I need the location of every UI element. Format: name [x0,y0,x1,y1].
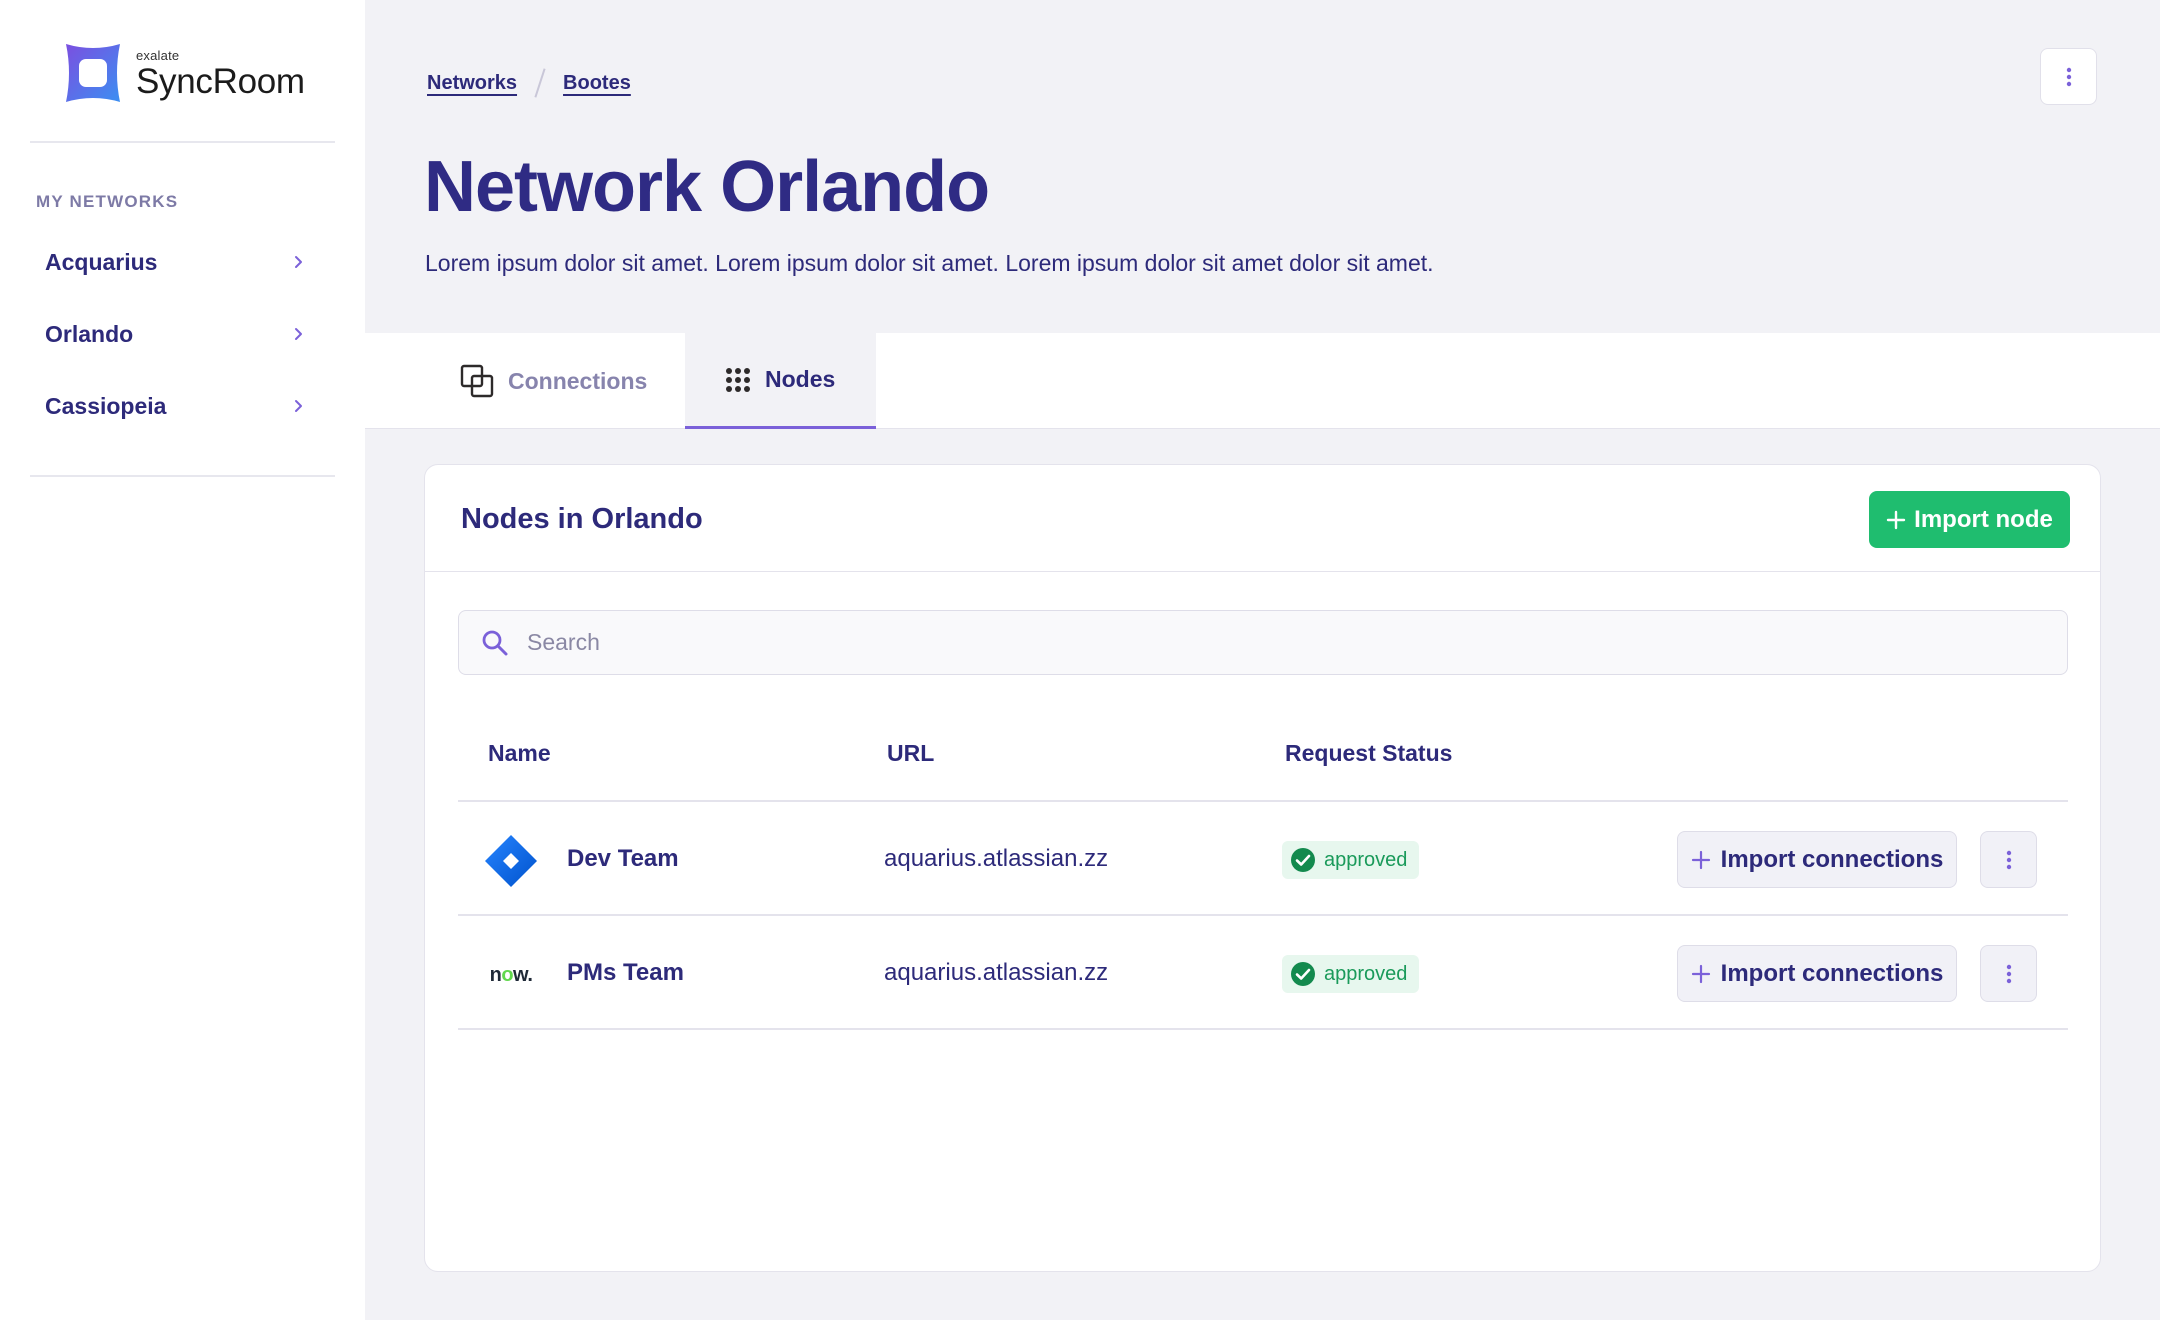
table-row[interactable]: now. PMs Team aquarius.atlassian.zz appr… [458,916,2068,1028]
table-divider [458,1028,2068,1030]
now-logo-o: o [501,963,514,986]
more-vertical-icon [2066,67,2071,86]
jira-logo-icon [484,834,538,888]
chevron-right-icon [295,256,302,268]
breadcrumb: Networks Bootes [427,68,631,98]
tab-label: Nodes [765,366,836,392]
tab-label: Connections [508,367,648,394]
more-vertical-icon [2006,850,2011,869]
import-node-button[interactable]: Import node [1869,491,2070,548]
now-logo-n: n [489,963,502,986]
plus-icon [1886,510,1906,529]
sidebar-item-label: Cassiopeia [45,392,167,419]
card-divider [425,571,2100,572]
sidebar-item-acquarius[interactable]: Acquarius [30,232,320,292]
grid-dots-icon [726,367,750,392]
node-name: Dev Team [567,845,679,872]
servicenow-logo-icon: now. [484,948,538,1002]
node-url: aquarius.atlassian.zz [884,959,1109,986]
import-connections-button[interactable]: Import connections [1677,945,1957,1002]
page-more-button[interactable] [2040,48,2097,105]
column-header-status[interactable]: Request Status [1285,740,1452,767]
brand-name: SyncRoom [136,62,305,101]
sidebar: exalate SyncRoom MY NETWORKS Acquarius O… [0,0,365,1320]
import-node-label: Import node [1914,505,2053,533]
card-title: Nodes in Orlando [461,503,703,535]
connections-icon [460,364,494,398]
sidebar-item-cassiopeia[interactable]: Cassiopeia [30,376,320,436]
more-vertical-icon [2006,964,2011,983]
syncroom-logo-icon [66,44,120,102]
brand-small-text: exalate [136,48,180,63]
chevron-right-icon [295,328,302,340]
table-row[interactable]: Dev Team aquarius.atlassian.zz approved … [458,802,2068,914]
column-header-name[interactable]: Name [488,740,551,767]
import-connections-label: Import connections [1720,959,1944,987]
tab-connections[interactable]: Connections [460,333,647,429]
tab-nodes[interactable]: Nodes [685,333,876,429]
row-more-button[interactable] [1980,945,2037,1002]
sidebar-item-orlando[interactable]: Orlando [30,304,320,364]
breadcrumb-separator [534,68,546,98]
sidebar-divider [30,141,335,143]
search-icon [482,630,508,655]
row-more-button[interactable] [1980,831,2037,888]
column-header-url[interactable]: URL [887,740,934,767]
import-connections-label: Import connections [1720,845,1944,873]
check-circle-icon [1291,848,1315,872]
search-box [458,610,2068,675]
chevron-right-icon [295,400,302,412]
plus-icon [1691,964,1710,983]
plus-icon [1691,850,1710,869]
now-logo-w: w. [513,963,533,986]
import-connections-button[interactable]: Import connections [1677,831,1957,888]
sidebar-divider [30,475,335,477]
breadcrumb-networks[interactable]: Networks [427,72,517,95]
status-badge: approved [1282,955,1420,993]
breadcrumb-bootes[interactable]: Bootes [563,72,631,95]
page-description: Lorem ipsum dolor sit amet. Lorem ipsum … [425,250,1434,276]
search-input[interactable] [527,629,2027,656]
tab-bar: Connections Nodes [365,333,2160,429]
sidebar-item-label: Acquarius [45,248,158,275]
node-name: PMs Team [567,959,684,986]
status-label: approved [1324,962,1408,985]
node-url: aquarius.atlassian.zz [884,845,1109,872]
brand-logo[interactable]: exalate SyncRoom [60,40,305,106]
page-title: Network Orlando [424,147,990,227]
status-label: approved [1324,848,1408,871]
nodes-card: Nodes in Orlando Import node Name URL Re… [424,464,2101,1272]
sidebar-heading: MY NETWORKS [36,192,179,211]
sidebar-item-label: Orlando [45,320,134,347]
status-badge: approved [1282,841,1420,879]
check-circle-icon [1291,962,1315,986]
